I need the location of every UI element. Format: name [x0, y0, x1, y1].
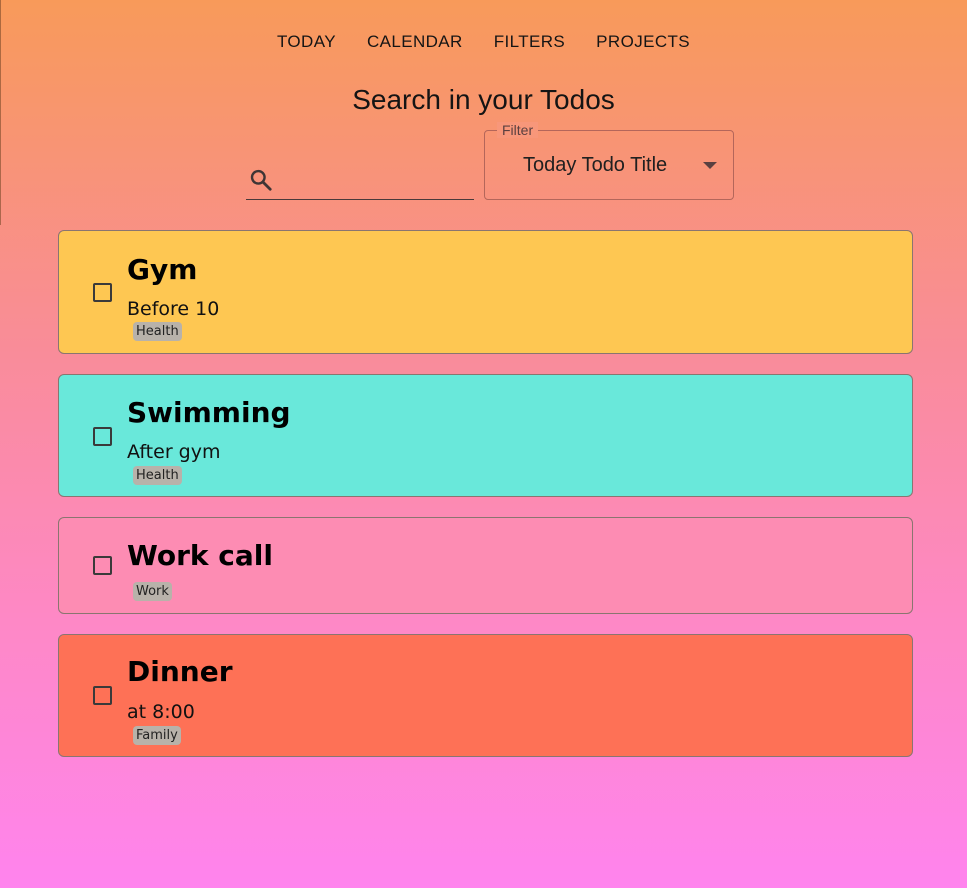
- filter-label: Filter: [497, 122, 539, 138]
- todo-title: Dinner: [127, 655, 233, 688]
- todo-tag: Health: [133, 466, 182, 485]
- todo-checkbox[interactable]: [93, 686, 112, 705]
- todo-card[interactable]: Gym Before 10 Health: [58, 230, 913, 354]
- todo-card[interactable]: Work call Work: [58, 517, 913, 614]
- todo-tag: Work: [133, 582, 172, 601]
- chevron-down-icon[interactable]: [703, 162, 717, 169]
- todo-description: After gym: [127, 441, 221, 463]
- todo-description: Before 10: [127, 298, 220, 320]
- todo-checkbox[interactable]: [93, 283, 112, 302]
- todo-tag: Health: [133, 322, 182, 341]
- search-icon: [250, 169, 272, 191]
- nav-projects[interactable]: PROJECTS: [596, 30, 690, 54]
- filter-selected-value: Today Todo Title: [523, 154, 668, 176]
- todo-card[interactable]: Swimming After gym Health: [58, 374, 913, 497]
- page-title: Search in your Todos: [352, 84, 615, 115]
- nav-calendar[interactable]: CALENDAR: [367, 30, 463, 54]
- todo-card[interactable]: Dinner at 8:00 Family: [58, 634, 913, 757]
- top-nav: TODAY CALENDAR FILTERS PROJECTS: [0, 30, 967, 54]
- filter-select[interactable]: Filter Today Todo Title: [484, 122, 734, 200]
- todo-title: Swimming: [127, 396, 291, 429]
- todo-checkbox[interactable]: [93, 427, 112, 446]
- todo-checkbox[interactable]: [93, 556, 112, 575]
- search-input[interactable]: [280, 166, 470, 194]
- todo-title: Work call: [127, 539, 273, 572]
- search-field[interactable]: [246, 160, 474, 200]
- todo-tag: Family: [133, 726, 181, 745]
- todo-title: Gym: [127, 253, 198, 286]
- nav-filters[interactable]: FILTERS: [494, 30, 565, 54]
- nav-today[interactable]: TODAY: [277, 30, 336, 54]
- todo-description: at 8:00: [127, 701, 195, 723]
